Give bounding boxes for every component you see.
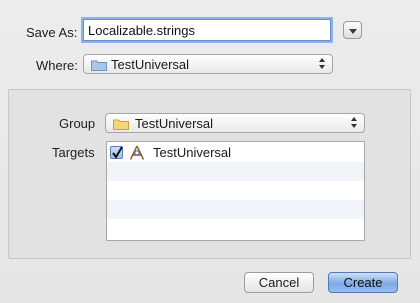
expand-browser-button[interactable] <box>343 21 362 39</box>
target-checkbox[interactable] <box>110 146 123 159</box>
list-row-empty <box>107 200 364 219</box>
list-row-empty <box>107 162 364 181</box>
targets-label: Targets <box>52 145 95 160</box>
save-dialog-sheet: Save As: Where: TestUniversal Group Test… <box>0 0 420 303</box>
folder-icon <box>113 119 129 130</box>
targets-list[interactable]: TestUniversal <box>106 141 365 241</box>
group-popup[interactable]: TestUniversal <box>105 113 365 133</box>
list-item[interactable]: TestUniversal <box>107 143 364 162</box>
list-row-empty <box>107 181 364 200</box>
where-popup-value: TestUniversal <box>111 57 190 72</box>
group-label: Group <box>59 116 96 131</box>
popup-arrows-icon <box>319 58 327 71</box>
where-popup[interactable]: TestUniversal <box>83 54 333 74</box>
chevron-down-icon <box>349 29 357 34</box>
app-target-icon <box>129 145 145 160</box>
list-row-empty <box>107 219 364 238</box>
checkmark-icon <box>112 146 123 159</box>
where-label: Where: <box>36 58 78 73</box>
save-as-label: Save As: <box>26 25 78 40</box>
cancel-button[interactable]: Cancel <box>244 272 314 293</box>
group-popup-value: TestUniversal <box>135 116 214 131</box>
create-button[interactable]: Create <box>328 272 398 293</box>
save-as-input[interactable] <box>83 19 331 41</box>
target-name: TestUniversal <box>153 145 232 160</box>
popup-arrows-icon <box>351 117 359 130</box>
folder-icon <box>91 60 107 71</box>
